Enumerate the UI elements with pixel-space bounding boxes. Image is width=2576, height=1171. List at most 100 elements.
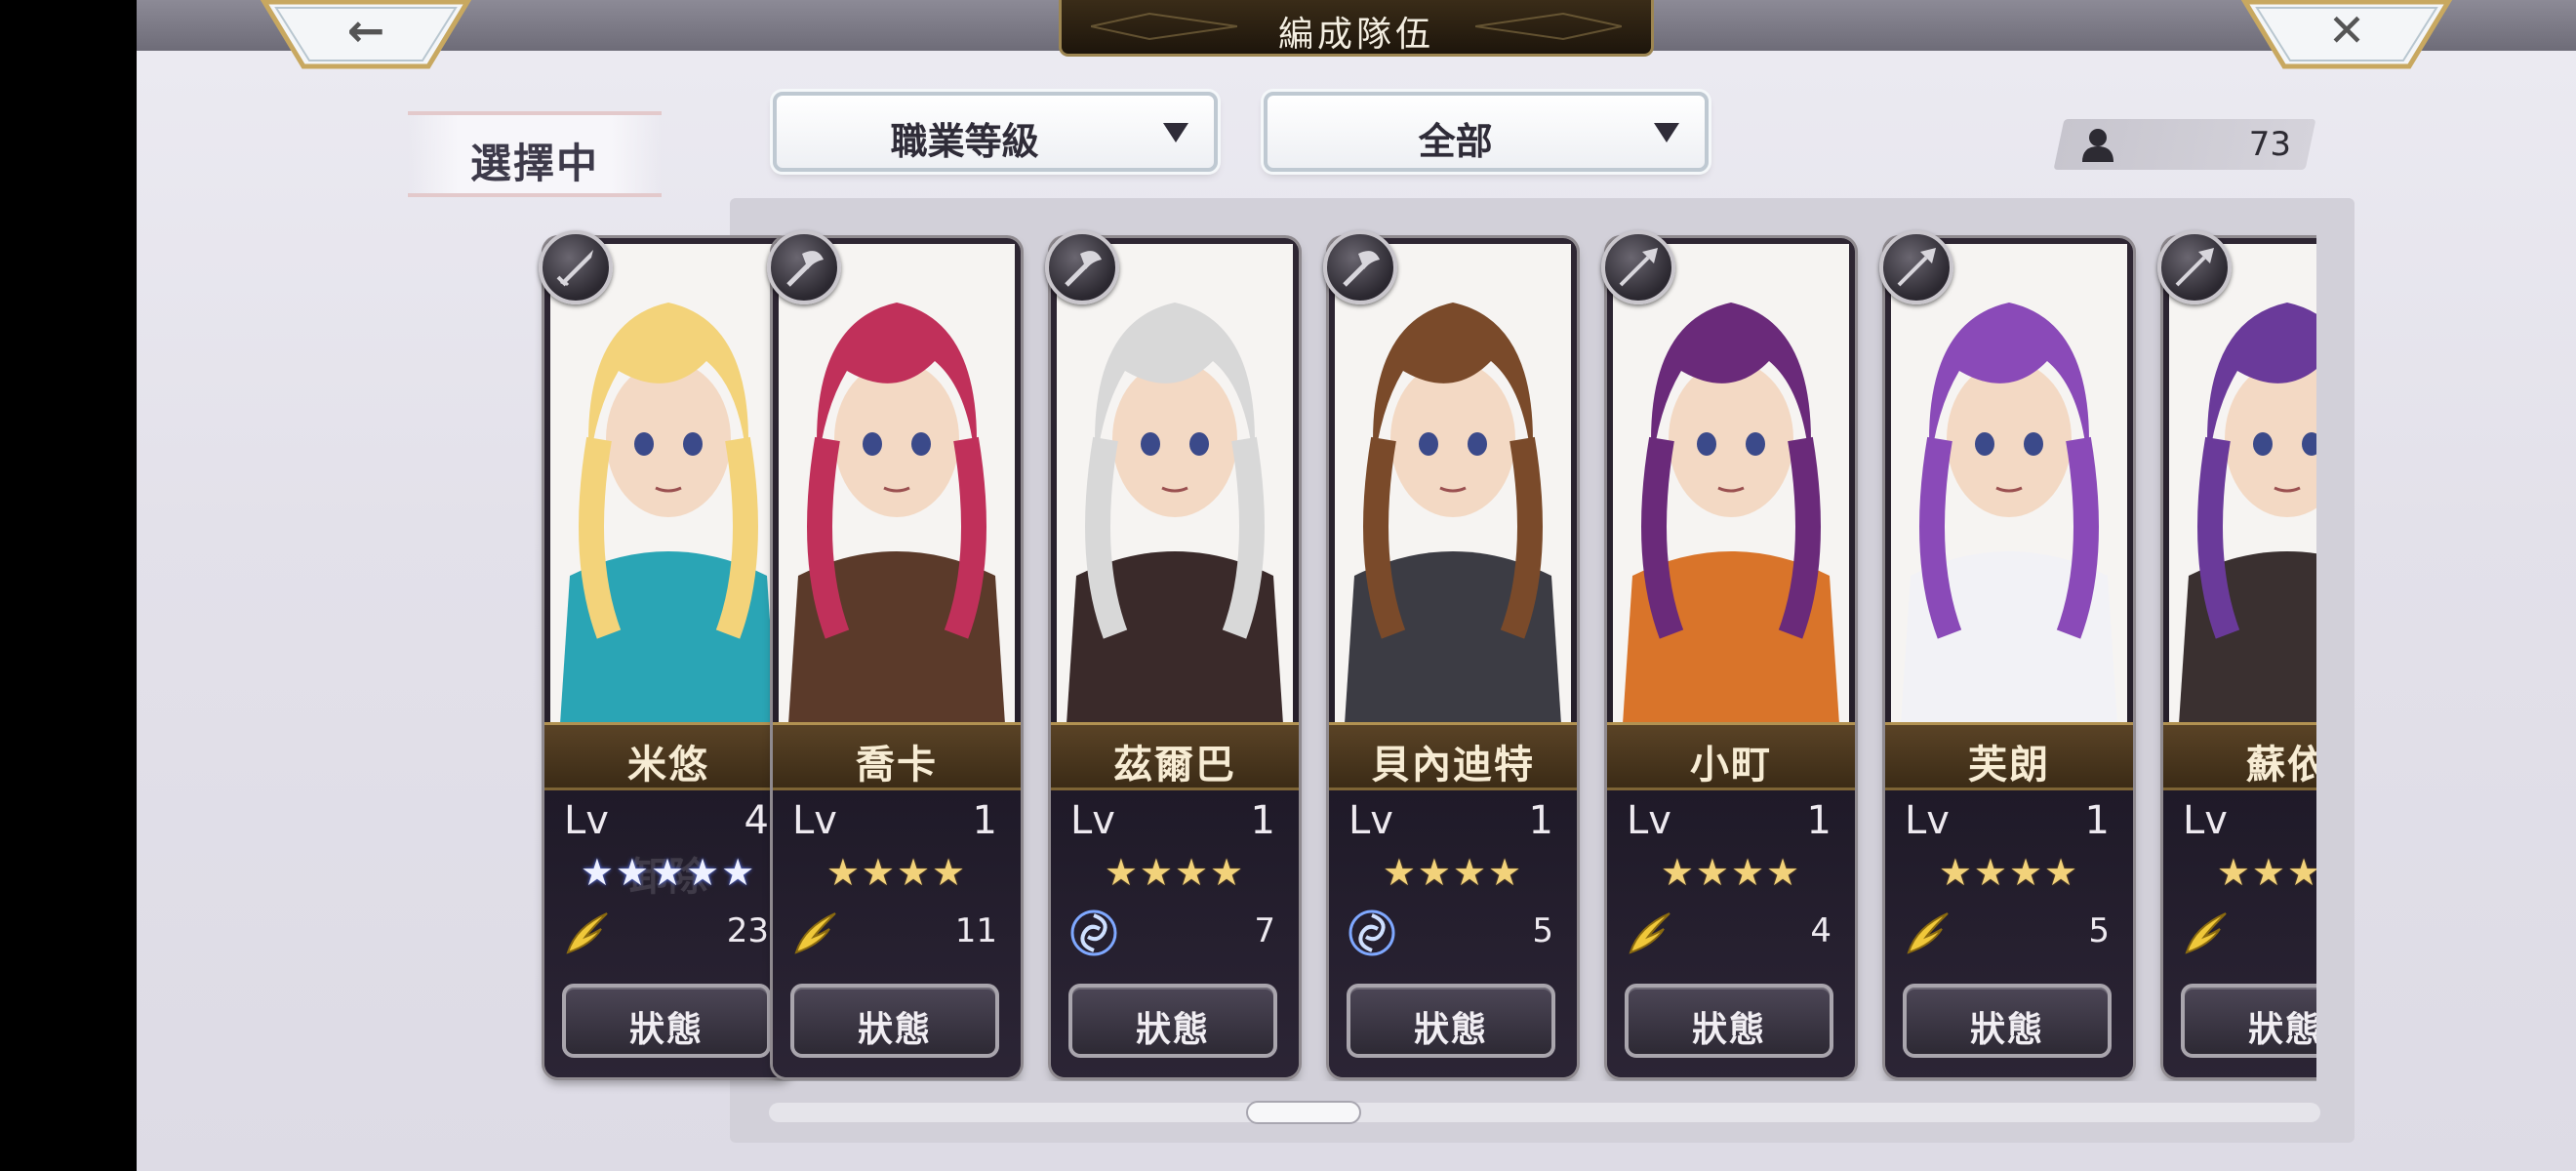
level-label: Lv <box>792 798 837 843</box>
card-stats: Lv 4 ★★★★★ 23 狀態 <box>544 790 792 1077</box>
close-button[interactable]: ✕ <box>2239 0 2454 70</box>
status-button-label: 狀態 <box>1135 1009 1210 1050</box>
card-frame: 卸除米悠Lv4★★★★★23狀態 <box>544 238 792 1077</box>
name-plate: 小町 <box>1607 722 1855 790</box>
axe-icon <box>1045 230 1119 304</box>
status-button-label: 狀態 <box>1969 1009 2044 1050</box>
wind-icon <box>790 908 841 958</box>
wind-icon <box>1903 908 1953 958</box>
level-label: Lv <box>564 798 609 843</box>
character-name: 小町 <box>1690 742 1772 787</box>
roster-scrollbar-track[interactable] <box>769 1103 2320 1122</box>
character-name: 蘇依 <box>2246 742 2316 787</box>
name-plate: 喬卡 <box>773 722 1021 790</box>
level-label: Lv <box>1905 798 1950 843</box>
card-stats: Lv 1 ★★★★ 7 狀態 <box>1051 790 1299 1077</box>
level-label: Lv <box>1348 798 1393 843</box>
roster-list[interactable]: 喬卡 Lv 1 ★★★★ 11 狀態 茲爾巴 Lv 1 ★★★★ 7 狀態 貝內迪特 Lv 1 ★★★★ 5 狀態… <box>761 222 2316 1081</box>
character-name: 芙朗 <box>1968 742 2050 787</box>
character-card[interactable]: 芙朗 Lv 1 ★★★★ 5 狀態 <box>1879 230 2133 1077</box>
card-frame: 蘇依 Lv ★★★★ 狀態 <box>2163 238 2316 1077</box>
sort-job-level-dropdown[interactable]: 職業等級 <box>773 92 1218 172</box>
power-value: 11 <box>954 911 997 950</box>
roster-count-value: 73 <box>2248 125 2291 164</box>
character-portrait <box>779 244 1015 724</box>
dropdown-label: 職業等級 <box>890 119 1039 163</box>
status-button-label: 狀態 <box>2247 1009 2316 1050</box>
power-value: 4 <box>1810 911 1831 950</box>
dropdown-label: 全部 <box>1418 119 1493 163</box>
name-plate: 米悠 <box>544 722 792 790</box>
axe-icon <box>767 230 841 304</box>
vortex-icon <box>1068 908 1119 958</box>
character-card[interactable]: 小町 Lv 1 ★★★★ 4 狀態 <box>1601 230 1855 1077</box>
chevron-down-icon <box>1163 123 1188 142</box>
formation-screen: ← ✕ 編成隊伍 選擇中 職業等級 全部 73 米悠 Lv 4 ★★★★★ 23… <box>137 0 2576 1171</box>
card-stats: Lv 1 ★★★★ 5 狀態 <box>1329 790 1577 1077</box>
character-name: 茲爾巴 <box>1113 742 1236 787</box>
status-button[interactable]: 狀態 <box>2181 984 2316 1058</box>
chevron-down-icon <box>1654 123 1679 142</box>
back-button[interactable]: ← <box>259 0 473 70</box>
filter-scope-dropdown[interactable]: 全部 <box>1264 92 1709 172</box>
name-plate: 貝內迪特 <box>1329 722 1577 790</box>
wind-icon <box>2181 908 2232 958</box>
character-card[interactable]: 茲爾巴 Lv 1 ★★★★ 7 狀態 <box>1045 230 1299 1077</box>
rarity-stars: ★★★★ <box>1938 851 2080 894</box>
status-button-label: 狀態 <box>1413 1009 1488 1050</box>
character-card[interactable]: 貝內迪特 Lv 1 ★★★★ 5 狀態 <box>1323 230 1577 1077</box>
page-title: 編成隊伍 <box>1277 15 1434 55</box>
level-label: Lv <box>1070 798 1115 843</box>
character-portrait <box>1335 244 1571 724</box>
roster-count-badge: 73 <box>2053 119 2316 170</box>
character-name: 喬卡 <box>856 742 938 787</box>
wind-icon <box>1625 908 1675 958</box>
close-icon: ✕ <box>2327 4 2366 57</box>
card-frame: 芙朗 Lv 1 ★★★★ 5 狀態 <box>1885 238 2133 1077</box>
character-card[interactable]: 蘇依 Lv ★★★★ 狀態 <box>2157 230 2316 1077</box>
status-button[interactable]: 狀態 <box>1347 984 1555 1058</box>
spear-icon <box>2157 230 2232 304</box>
selected-card-body[interactable]: 卸除米悠Lv4★★★★★23狀態 <box>539 230 792 1077</box>
character-portrait <box>1891 244 2127 724</box>
selected-character-card[interactable]: 卸除米悠Lv4★★★★★23狀態 <box>539 230 792 1077</box>
rarity-stars: ★★★★ <box>2216 851 2316 894</box>
character-name: 貝內迪特 <box>1371 742 1535 787</box>
rarity-stars: ★★★★ <box>825 851 968 894</box>
card-stats: Lv 1 ★★★★ 4 狀態 <box>1607 790 1855 1077</box>
rarity-stars: ★★★★ <box>1660 851 1802 894</box>
level-value: 1 <box>1806 798 1831 843</box>
power-value: 7 <box>1254 911 1275 950</box>
status-button[interactable]: 狀態 <box>790 984 999 1058</box>
card-frame: 小町 Lv 1 ★★★★ 4 狀態 <box>1607 238 1855 1077</box>
level-label: Lv <box>1627 798 1671 843</box>
selecting-text: 選擇中 <box>469 140 599 187</box>
status-button[interactable]: 狀態 <box>562 984 771 1058</box>
status-button[interactable]: 狀態 <box>1068 984 1277 1058</box>
character-portrait <box>550 244 786 724</box>
character-portrait <box>1613 244 1849 724</box>
power-value: 5 <box>2088 911 2110 950</box>
card-stats: Lv 1 ★★★★ 11 狀態 <box>773 790 1021 1077</box>
level-value: 1 <box>2084 798 2110 843</box>
status-button[interactable]: 狀態 <box>1625 984 1833 1058</box>
level-label: Lv <box>2183 798 2228 843</box>
rarity-stars: ★★★★ <box>1382 851 1524 894</box>
level-value: 1 <box>1250 798 1275 843</box>
character-portrait <box>1057 244 1293 724</box>
name-plate: 茲爾巴 <box>1051 722 1299 790</box>
card-frame: 喬卡 Lv 1 ★★★★ 11 狀態 <box>773 238 1021 1077</box>
vortex-icon <box>1347 908 1397 958</box>
character-portrait <box>2169 244 2316 724</box>
card-stats: Lv ★★★★ 狀態 <box>2163 790 2316 1077</box>
selecting-label: 選擇中 <box>408 111 662 197</box>
character-card[interactable]: 喬卡 Lv 1 ★★★★ 11 狀態 <box>767 230 1021 1077</box>
status-button[interactable]: 狀態 <box>1903 984 2112 1058</box>
card-frame: 茲爾巴 Lv 1 ★★★★ 7 狀態 <box>1051 238 1299 1077</box>
axe-icon <box>1323 230 1397 304</box>
spear-icon <box>1601 230 1675 304</box>
sword-icon <box>539 230 613 304</box>
status-button-label: 狀態 <box>857 1009 932 1050</box>
character-name: 米悠 <box>627 742 709 787</box>
roster-scrollbar-thumb[interactable] <box>1246 1101 1361 1124</box>
